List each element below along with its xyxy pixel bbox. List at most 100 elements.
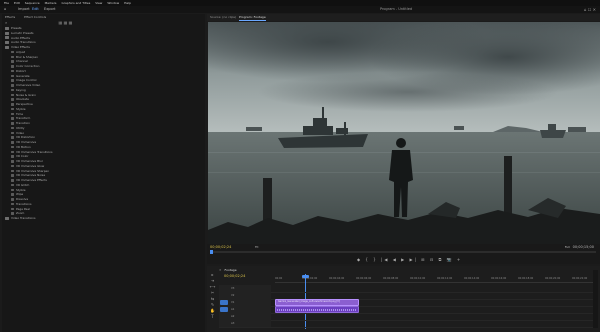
effects-tree-label: Video Transitions: [11, 216, 36, 220]
step-back-icon[interactable]: ◀: [393, 257, 398, 262]
folder-icon: [5, 31, 9, 35]
folder-icon: [11, 88, 14, 92]
mark-in-icon[interactable]: {: [365, 257, 370, 262]
folder-icon: [11, 145, 14, 149]
tab-effect-controls[interactable]: Effect Controls: [24, 15, 46, 19]
step-forward-icon[interactable]: ▶|: [409, 257, 417, 262]
track-header[interactable]: V3: [219, 285, 271, 292]
folder-icon: [11, 179, 14, 182]
32bit-effects-icon[interactable]: ▦: [64, 20, 68, 25]
tab-edit[interactable]: Edit: [32, 6, 39, 13]
window-controls-icon[interactable]: ⌂ ☐ ✕: [584, 7, 596, 12]
extract-icon[interactable]: ⊟: [430, 257, 435, 262]
tab-source-monitor[interactable]: Source: (no clips): [210, 14, 236, 21]
effects-panel: Effects Effect Controls ⌕ ▦ ▦ ▦ Presets L…: [2, 14, 205, 332]
workspace-bar: ⌂ Import Edit Export ⌂ ☐ ✕: [0, 6, 600, 13]
folder-icon: [11, 198, 14, 201]
folder-icon: [11, 136, 14, 139]
track-header[interactable]: A3: [219, 320, 271, 327]
folder-icon: [11, 112, 14, 116]
folder-icon: [11, 84, 14, 87]
lift-icon[interactable]: ⊞: [421, 257, 426, 262]
folder-icon: [11, 169, 14, 173]
folder-icon: [11, 93, 14, 97]
folder-icon: [11, 117, 14, 120]
mark-out-icon[interactable]: }: [373, 257, 378, 262]
menu-window[interactable]: Window: [107, 1, 119, 5]
ship: [568, 127, 586, 132]
compare-icon[interactable]: ⧉: [438, 257, 443, 262]
folder-icon: [11, 126, 14, 130]
folder-icon: [11, 207, 14, 211]
button-editor-icon[interactable]: +: [457, 257, 462, 262]
track-target[interactable]: [220, 307, 228, 312]
track-target[interactable]: [220, 300, 228, 305]
ruler-tick-label: 00;00;08;00: [383, 277, 399, 280]
folder-icon: [11, 174, 14, 177]
video-clip[interactable]: Gemini_Generated_Image_xo3rvwxo3rvwxo3r.…: [275, 299, 359, 306]
tracks: V3 V2 V1 Gemini_Generated_Image_xo3rvwxo…: [219, 285, 593, 328]
folder-icon: [11, 183, 14, 187]
track-header[interactable]: A1: [219, 306, 271, 313]
tab-effects[interactable]: Effects: [5, 15, 15, 19]
menu-help[interactable]: Help: [124, 1, 131, 5]
folder-icon: [11, 50, 14, 54]
menu-graphics[interactable]: Graphics and Titles: [61, 1, 90, 5]
timeline-panel: ▸ ⇥ ⟷ ✂ ⇆ ✎ ✋ T ✕ Footage 00;00;02;24 00…: [207, 266, 600, 332]
folder-icon: [5, 41, 9, 45]
play-icon[interactable]: ▶: [401, 257, 406, 262]
transport-controls: ◆ { } |◀ ◀ ▶ ▶| ⊞ ⊟ ⧉ 📷 +: [357, 257, 462, 262]
menu-edit[interactable]: Edit: [14, 1, 20, 5]
add-marker-icon[interactable]: ◆: [357, 257, 362, 262]
track-header[interactable]: V1: [219, 299, 271, 306]
folder-icon: [11, 60, 14, 63]
type-tool-icon[interactable]: T: [209, 314, 216, 320]
audio-clip[interactable]: [275, 306, 359, 313]
tools-panel: ▸ ⇥ ⟷ ✂ ⇆ ✎ ✋ T: [209, 272, 216, 320]
effects-tree-item[interactable]: Video Transitions: [5, 216, 195, 221]
track-header[interactable]: A2: [219, 313, 271, 320]
search-icon[interactable]: ⌕: [5, 20, 7, 25]
folder-icon: [5, 36, 9, 40]
monitor-tabs: Source: (no clips) Program: Footage: [207, 14, 600, 21]
folder-icon: [11, 55, 14, 59]
folder-icon: [11, 150, 14, 154]
sequence-tab[interactable]: ✕ Footage: [219, 268, 237, 272]
menu-sequence[interactable]: Sequence: [25, 1, 40, 5]
folder-icon: [11, 69, 14, 73]
tab-export[interactable]: Export: [44, 6, 55, 13]
playback-resolution-select[interactable]: Full: [565, 245, 570, 249]
folder-icon: [11, 188, 14, 192]
folder-icon: [11, 107, 14, 111]
ruler-tick-label: 00;00;06;00: [356, 277, 372, 280]
duration-timecode: 00;00;15;00: [572, 245, 594, 249]
close-icon[interactable]: ✕: [219, 268, 222, 272]
menu-file[interactable]: File: [4, 1, 9, 5]
folder-icon: [5, 26, 9, 30]
playhead-timecode[interactable]: 00;00;02;24: [210, 245, 231, 249]
export-frame-icon[interactable]: 📷: [447, 257, 454, 262]
yuv-effects-icon[interactable]: ▦: [69, 20, 73, 25]
tab-program-monitor[interactable]: Program: Footage: [239, 14, 266, 21]
track-header[interactable]: V2: [219, 292, 271, 299]
go-to-in-icon[interactable]: |◀: [381, 257, 389, 262]
folder-icon: [11, 155, 14, 158]
zoom-fit-select[interactable]: Fit: [255, 245, 259, 249]
audio-waveform: [277, 309, 357, 311]
menu-markers[interactable]: Markers: [45, 1, 57, 5]
timeline-timecode[interactable]: 00;00;02;24: [224, 274, 245, 278]
scrub-playhead[interactable]: [210, 250, 213, 254]
folder-icon: [11, 98, 14, 101]
ruler-tick-label: 00;00;12;00: [437, 277, 453, 280]
video-frame: [208, 22, 600, 244]
home-icon[interactable]: ⌂: [4, 6, 6, 13]
folder-icon: [5, 45, 9, 49]
ruler-tick-label: 00;00;18;00: [518, 277, 534, 280]
monitor-scrub-bar[interactable]: [210, 250, 596, 254]
timeline-ruler[interactable]: 00;00 00;00;02;00 00;00;04;00 00;00;06;00 00…: [275, 277, 595, 283]
tab-import[interactable]: Import: [18, 6, 30, 13]
program-viewer[interactable]: [208, 22, 600, 244]
accelerated-effects-icon[interactable]: ▦: [59, 20, 63, 25]
ship: [454, 126, 464, 130]
menu-view[interactable]: View: [95, 1, 102, 5]
